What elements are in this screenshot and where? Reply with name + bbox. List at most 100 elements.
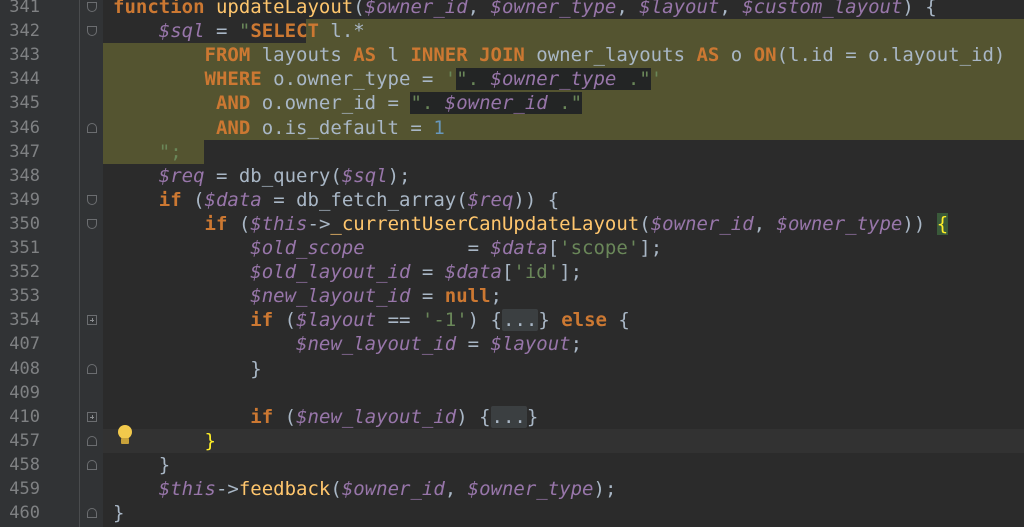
code-token: AND: [215, 92, 262, 115]
code-token: ;: [570, 333, 583, 356]
code-token: '-1': [421, 309, 468, 332]
line-number[interactable]: 346: [0, 116, 40, 140]
line-number[interactable]: 354: [0, 308, 40, 332]
line-number[interactable]: 407: [0, 332, 40, 356]
line-number[interactable]: 349: [0, 188, 40, 212]
code-token: o: [730, 44, 754, 67]
line-number[interactable]: 458: [0, 453, 40, 477]
code-token: if: [204, 212, 239, 235]
code-line[interactable]: if ($layout == '-1') {...} else {: [113, 308, 630, 332]
code-token: o.owner_type =: [273, 68, 445, 91]
code-token: $owner_id: [444, 92, 548, 115]
fold-collapse-icon[interactable]: [87, 459, 97, 470]
line-number[interactable]: 457: [0, 429, 40, 453]
code-line[interactable]: }: [113, 357, 262, 381]
code-token: INNER JOIN: [410, 44, 537, 67]
line-number[interactable]: 344: [0, 67, 40, 91]
line-number[interactable]: 409: [0, 381, 40, 405]
code-line[interactable]: function updateLayout($owner_id, $owner_…: [113, 0, 937, 19]
code-line[interactable]: if ($data = db_fetch_array($req)) {: [113, 188, 559, 212]
code-token: if: [250, 309, 285, 332]
code-token: $new_layout_id: [250, 285, 411, 308]
code-token: $data: [204, 188, 262, 211]
fold-expand-icon[interactable]: [87, 315, 97, 326]
code-line[interactable]: FROM layouts AS l INNER JOIN owner_layou…: [113, 43, 1006, 67]
code-token: $this: [158, 478, 216, 500]
code-token: (: [353, 0, 365, 18]
code-line[interactable]: if ($new_layout_id) {...}: [113, 405, 538, 429]
fold-collapse-icon[interactable]: [87, 435, 97, 446]
folded-code-placeholder[interactable]: ...: [502, 309, 539, 332]
lightbulb-icon[interactable]: [117, 424, 133, 446]
fold-collapse-icon[interactable]: [87, 122, 97, 133]
code-token: }: [113, 357, 262, 380]
code-token: =: [410, 261, 445, 284]
code-token: AND: [215, 116, 262, 139]
code-line[interactable]: WHERE o.owner_type = '". $owner_type ."': [113, 67, 662, 91]
fold-collapse-icon[interactable]: [87, 363, 97, 374]
code-editor[interactable]: 341 342 343 344 345 346 347 348 349 350 351 352 353 3…: [0, 0, 1024, 527]
line-number[interactable]: 342: [0, 19, 40, 43]
code-token: }: [113, 453, 171, 476]
line-number[interactable]: 345: [0, 91, 40, 115]
line-number[interactable]: 352: [0, 260, 40, 284]
code-token: =: [410, 285, 445, 308]
code-token: l: [387, 44, 411, 67]
line-number[interactable]: 350: [0, 212, 40, 236]
code-token: 1: [433, 116, 445, 139]
line-number[interactable]: 459: [0, 477, 40, 501]
line-number[interactable]: 348: [0, 164, 40, 188]
code-line[interactable]: }: [113, 453, 170, 477]
line-number[interactable]: 343: [0, 43, 40, 67]
code-token: (: [238, 212, 251, 235]
code-line[interactable]: $new_layout_id = null;: [113, 284, 502, 308]
code-line[interactable]: }: [113, 501, 124, 525]
code-token: $owner_type: [467, 478, 594, 500]
fold-collapse-icon[interactable]: [87, 2, 97, 12]
line-number[interactable]: 351: [0, 236, 40, 260]
folded-code-placeholder[interactable]: ...: [490, 405, 527, 428]
code-token: =: [364, 237, 491, 259]
code-area[interactable]: function updateLayout($owner_id, $owner_…: [103, 0, 1024, 527]
code-token: ': [650, 68, 663, 91]
line-number[interactable]: 353: [0, 284, 40, 308]
line-number[interactable]: 347: [0, 140, 40, 164]
code-line[interactable]: $new_layout_id = $layout;: [113, 332, 582, 356]
code-token: $new_layout_id: [296, 405, 457, 428]
line-number[interactable]: 341: [0, 0, 40, 19]
line-number[interactable]: 460: [0, 501, 40, 525]
code-token: (: [193, 188, 205, 211]
code-line[interactable]: if ($this->_currentUserCanUpdateLayout($…: [113, 212, 949, 236]
code-line[interactable]: ";: [113, 140, 182, 164]
fold-collapse-icon[interactable]: [87, 508, 97, 519]
code-line[interactable]: $this->feedback($owner_id, $owner_type);: [113, 477, 617, 501]
code-token: .": [616, 68, 651, 91]
line-number[interactable]: 410: [0, 405, 40, 429]
code-line[interactable]: $old_scope = $data['scope'];: [113, 236, 662, 260]
fold-expand-icon[interactable]: [87, 411, 97, 422]
code-line[interactable]: AND o.is_default = 1: [113, 116, 445, 140]
code-line[interactable]: $old_layout_id = $data['id'];: [113, 260, 582, 284]
code-line[interactable]: $sql = "SELECT l.*: [113, 19, 365, 43]
code-line[interactable]: AND o.owner_id = ". $owner_id .": [113, 91, 583, 115]
code-token: feedback: [238, 478, 331, 500]
code-token: .": [547, 92, 583, 115]
line-number-gutter[interactable]: 341 342 343 344 345 346 347 348 349 350 351 352 353 3…: [0, 0, 103, 527]
code-token: );: [387, 164, 411, 187]
fold-collapse-icon[interactable]: [87, 26, 97, 37]
code-token: $req: [467, 188, 514, 211]
fold-collapse-icon[interactable]: [87, 194, 97, 205]
code-token: (l.id = o.layout_id): [776, 44, 1006, 67]
line-number[interactable]: 408: [0, 357, 40, 381]
code-token: $this: [250, 212, 308, 235]
code-token: _currentUserCanUpdateLayout: [330, 212, 640, 235]
code-token: $owner_id: [341, 478, 445, 500]
fold-collapse-icon[interactable]: [87, 218, 97, 229]
code-token: SELECT: [250, 20, 331, 43]
code-line[interactable]: $req = db_query($sql);: [113, 164, 411, 188]
